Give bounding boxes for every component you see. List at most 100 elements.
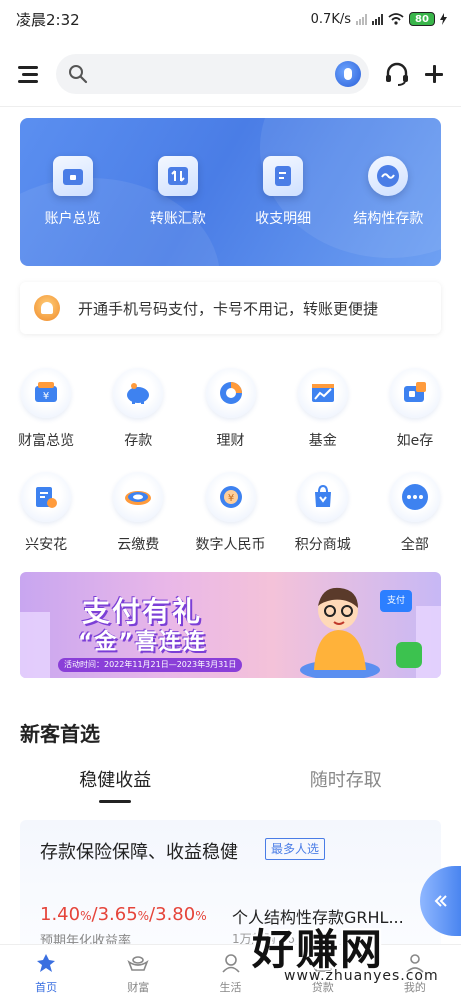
service-label: 数字人民币 — [195, 537, 266, 553]
shopping-bag-icon — [297, 472, 348, 522]
ingot-icon — [127, 956, 149, 971]
nav-life[interactable]: 生活 — [184, 945, 276, 1000]
status-bar: 凌晨2:32 0.7K/s 80 — [0, 0, 461, 38]
service-label: 全部 — [400, 537, 429, 553]
banner-building — [416, 606, 441, 678]
service-finance[interactable]: 理财 — [184, 368, 276, 472]
home-icon — [37, 954, 56, 972]
piggy-bank-icon — [113, 368, 164, 418]
cloud-payment-icon — [113, 472, 164, 522]
product-rate: 1.40%/3.65%/3.80% — [40, 904, 207, 925]
bottom-nav: 首页 财富 生活 贷款 我的 — [0, 944, 461, 1000]
service-cloud-payment[interactable]: 云缴费 — [92, 472, 184, 576]
percent-sign: % — [195, 909, 207, 923]
finance-pie-icon — [205, 368, 256, 418]
service-label: 如e存 — [396, 433, 434, 449]
structured-deposit-icon — [368, 156, 409, 196]
service-label: 基金 — [308, 433, 337, 449]
quick-actions-card: 账户总览 转账汇款 收支明细 结构性存款 — [20, 118, 441, 266]
wealth-icon: ¥ — [21, 368, 72, 418]
header-divider — [0, 106, 461, 107]
service-label: 财富总览 — [18, 433, 75, 449]
wechat-icon — [396, 642, 422, 668]
quick-action-statement[interactable]: 收支明细 — [231, 156, 336, 228]
banner-building — [20, 612, 50, 678]
signal-hd-icon — [372, 13, 383, 25]
service-points-mall[interactable]: 积分商城 — [277, 472, 369, 576]
service-digital-rmb[interactable]: ¥ 数字人民币 — [184, 472, 276, 576]
quick-action-label: 账户总览 — [44, 211, 101, 227]
bell-icon — [34, 295, 60, 321]
service-label: 云缴费 — [117, 537, 160, 553]
nav-label: 财富 — [127, 981, 150, 994]
quick-action-transfer[interactable]: 转账汇款 — [125, 156, 230, 228]
charging-icon — [440, 13, 447, 25]
fund-chart-icon — [297, 368, 348, 418]
service-label: 理财 — [216, 433, 245, 449]
search-bar[interactable] — [56, 54, 369, 94]
microphone-icon[interactable] — [335, 61, 361, 87]
promo-banner[interactable]: 支付有礼 “金”喜连连 活动时间：2022年11月21日—2023年3月31日 … — [20, 572, 441, 678]
product-title: 存款保险保障、收益稳健 — [40, 842, 238, 863]
app-screen: 凌晨2:32 0.7K/s 80 账户总览 转账汇款 收支明细 结构性存款 开通… — [0, 0, 461, 1000]
search-input[interactable] — [96, 66, 335, 82]
service-label: 积分商城 — [294, 537, 351, 553]
rate-value: 1.40 — [40, 904, 81, 925]
network-speed: 0.7K/s — [310, 11, 351, 27]
loan-icon — [313, 956, 332, 972]
service-e-deposit[interactable]: 如e存 — [369, 368, 461, 472]
quick-action-label: 收支明细 — [255, 211, 312, 227]
banner-subtitle: “金”喜连连 — [78, 630, 207, 655]
tab-steady-income[interactable]: 稳健收益 — [0, 766, 231, 806]
more-dots-icon — [389, 472, 440, 522]
nav-label: 我的 — [403, 981, 426, 994]
top-bar — [0, 50, 461, 98]
quick-action-account-overview[interactable]: 账户总览 — [20, 156, 125, 228]
cartoon-person-icon — [300, 587, 380, 678]
banner-date: 活动时间：2022年11月21日—2023年3月31日 — [58, 658, 243, 672]
quick-action-label: 结构性存款 — [353, 211, 424, 227]
deposit-puzzle-icon — [389, 368, 440, 418]
life-icon — [221, 954, 240, 973]
quick-actions-row: 账户总览 转账汇款 收支明细 结构性存款 — [20, 156, 441, 228]
product-name: 个人结构性存款GRHL... — [232, 908, 404, 927]
digital-rmb-icon: ¥ — [205, 472, 256, 522]
nav-profile[interactable]: 我的 — [369, 945, 461, 1000]
section-title: 新客首选 — [20, 722, 100, 746]
wifi-icon — [388, 13, 404, 25]
services-grid: ¥ 财富总览 存款 理财 基金 如e存 兴安花 云缴费 ¥ 数字人民币 积分商城… — [0, 368, 461, 576]
product-badge: 最多人选 — [265, 838, 326, 860]
service-label: 存款 — [124, 433, 153, 449]
statement-icon — [263, 156, 304, 196]
tab-flexible-access[interactable]: 随时存取 — [231, 766, 461, 806]
nav-loan[interactable]: 贷款 — [277, 945, 369, 1000]
profile-icon — [406, 954, 424, 973]
nav-wealth[interactable]: 财富 — [92, 945, 184, 1000]
banner-pay-tag: 支付 — [380, 590, 412, 612]
quick-action-structured-deposit[interactable]: 结构性存款 — [336, 156, 441, 228]
service-label: 兴安花 — [25, 537, 68, 553]
service-deposit[interactable]: 存款 — [92, 368, 184, 472]
nav-home[interactable]: 首页 — [0, 945, 92, 1000]
nav-label: 生活 — [219, 981, 242, 994]
status-indicators: 0.7K/s 80 — [311, 12, 447, 27]
signal-icon — [356, 13, 367, 25]
rate-value: 3.80 — [155, 904, 196, 925]
services-row: ¥ 财富总览 存款 理财 基金 如e存 — [0, 368, 461, 472]
services-row: 兴安花 云缴费 ¥ 数字人民币 积分商城 全部 — [0, 472, 461, 576]
service-fund[interactable]: 基金 — [277, 368, 369, 472]
menu-icon[interactable] — [16, 63, 42, 85]
headset-icon[interactable] — [383, 60, 411, 88]
battery-icon: 80 — [409, 12, 435, 26]
credit-card-icon — [21, 472, 72, 522]
announcement-bar[interactable]: 开通手机号码支付，卡号不用记，转账更便捷 — [20, 282, 441, 334]
rate-value: 3.65 — [97, 904, 138, 925]
add-icon[interactable] — [423, 63, 445, 85]
product-tabs: 稳健收益 随时存取 — [0, 766, 461, 806]
service-xinganhua[interactable]: 兴安花 — [0, 472, 92, 576]
percent-sign: % — [80, 909, 92, 923]
service-all[interactable]: 全部 — [369, 472, 461, 576]
announcement-text: 开通手机号码支付，卡号不用记，转账更便捷 — [78, 299, 379, 318]
product-card[interactable]: 存款保险保障、收益稳健 最多人选 1.40%/3.65%/3.80% 预期年化收… — [20, 820, 441, 950]
service-wealth-overview[interactable]: ¥ 财富总览 — [0, 368, 92, 472]
